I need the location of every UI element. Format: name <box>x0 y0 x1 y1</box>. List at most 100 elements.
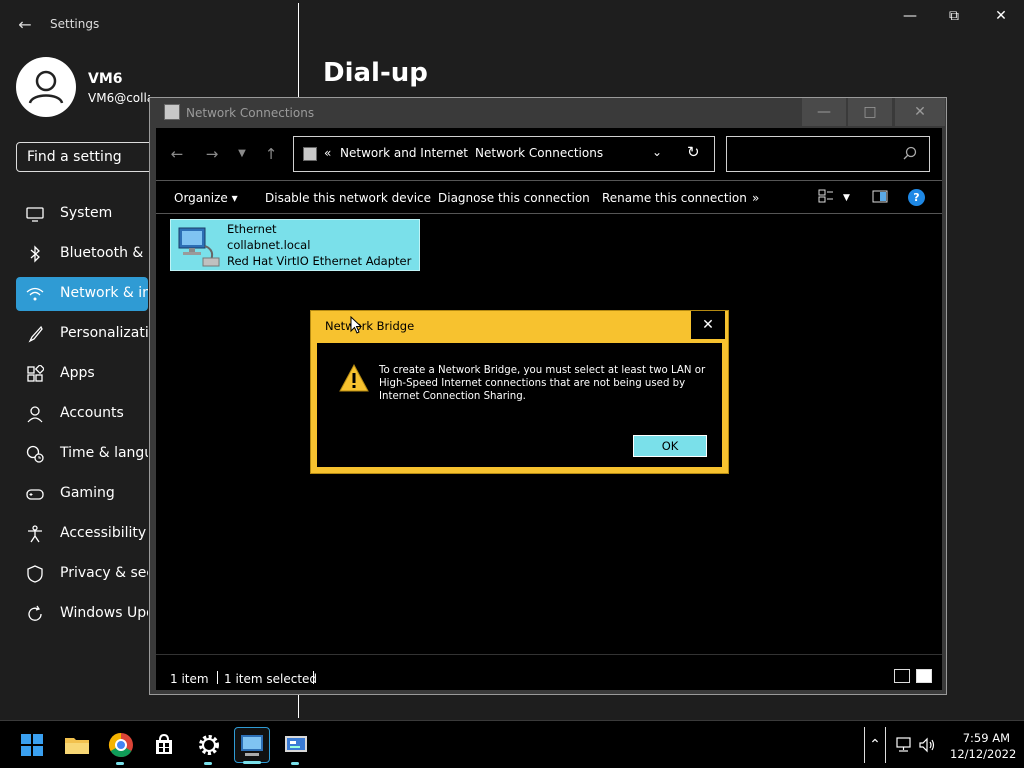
refresh-icon[interactable]: ↻ <box>687 143 700 161</box>
divider <box>298 3 299 98</box>
sidebar-item-label: Accessibility <box>60 525 147 541</box>
sidebar-item-system[interactable]: System <box>16 197 148 231</box>
search-input[interactable] <box>726 136 930 172</box>
restore-button[interactable]: ⧉ <box>940 4 968 28</box>
network-status-icon[interactable] <box>895 737 913 753</box>
minimize-button[interactable]: — <box>802 98 846 126</box>
network-connections-icon <box>241 735 263 756</box>
address-row: ← → ▼ ↑ « Network and Internet › Network… <box>156 128 942 180</box>
monitor-icon <box>26 207 44 222</box>
overflow-chevron-icon[interactable]: « <box>324 146 331 160</box>
chevron-right-icon[interactable]: › <box>459 145 464 159</box>
minimize-button[interactable]: — <box>896 4 924 28</box>
avatar[interactable] <box>16 57 76 117</box>
up-arrow-icon[interactable]: ↑ <box>261 144 281 164</box>
taskbar-control-panel[interactable] <box>278 727 314 765</box>
back-arrow-icon[interactable]: ← <box>14 14 36 36</box>
running-indicator <box>116 762 124 765</box>
running-indicator <box>204 762 212 765</box>
show-hidden-icons-icon[interactable]: ⌃ <box>864 727 886 763</box>
preview-pane-icon[interactable] <box>872 190 888 206</box>
dialog-title: Network Bridge <box>325 319 415 333</box>
update-icon <box>28 605 42 621</box>
running-indicator <box>291 762 299 765</box>
sidebar-item-label: Windows Update <box>60 605 148 621</box>
help-icon[interactable]: ? <box>908 189 925 206</box>
breadcrumb-network-connections[interactable]: Network Connections <box>475 146 603 160</box>
close-button[interactable]: ✕ <box>987 4 1015 28</box>
person-icon <box>28 70 64 104</box>
back-arrow-icon[interactable]: ← <box>167 144 187 164</box>
wifi-icon <box>26 287 44 301</box>
sidebar-item-personalization[interactable]: Personalization <box>16 317 148 351</box>
accessibility-icon <box>28 525 42 543</box>
rename-button[interactable]: Rename this connection <box>602 191 747 205</box>
sidebar-item-label: Privacy & security <box>60 565 148 581</box>
status-bar: 1 item 1 item selected <box>156 654 942 690</box>
sidebar-item-label: Bluetooth & devices <box>60 245 148 261</box>
person-icon <box>27 406 43 423</box>
shield-icon <box>27 565 43 583</box>
taskbar-chrome[interactable] <box>103 727 139 765</box>
close-button[interactable]: ✕ <box>691 311 725 339</box>
divider <box>313 671 314 684</box>
sidebar-item-accessibility[interactable]: Accessibility <box>16 517 148 551</box>
command-bar: Organize ▾ Disable this network device D… <box>156 180 942 214</box>
network-bridge-dialog: Network Bridge ✕ To create a Network Bri… <box>310 310 729 474</box>
find-setting-input[interactable]: Find a setting <box>16 142 156 172</box>
settings-title: Settings <box>50 17 100 31</box>
window-title: Network Connections <box>186 106 315 120</box>
disable-device-button[interactable]: Disable this network device <box>265 191 431 205</box>
chevron-down-icon[interactable]: ⌄ <box>652 145 662 159</box>
address-bar[interactable]: « Network and Internet › Network Connect… <box>293 136 715 172</box>
sidebar-item-bluetooth[interactable]: Bluetooth & devices <box>16 237 148 271</box>
start-icon <box>21 734 43 756</box>
taskbar: ⌃ 7:59 AM 12/12/2022 <box>0 720 1024 768</box>
sidebar-item-privacy[interactable]: Privacy & security <box>16 557 148 591</box>
connection-name: Ethernet <box>227 222 277 236</box>
sidebar-item-network[interactable]: Network & internet <box>16 277 148 311</box>
volume-icon[interactable] <box>918 737 936 753</box>
chevron-down-icon[interactable]: ▼ <box>843 193 850 203</box>
breadcrumb-network-internet[interactable]: Network and Internet <box>340 146 468 160</box>
list-item-ethernet[interactable]: Ethernet collabnet.local Red Hat VirtIO … <box>170 219 420 271</box>
file-explorer-icon <box>65 738 89 754</box>
taskbar-settings[interactable] <box>191 727 227 765</box>
apps-icon <box>27 365 44 382</box>
ok-button[interactable]: OK <box>633 435 707 457</box>
sidebar-item-apps[interactable]: Apps <box>16 357 148 391</box>
page-title: Dial-up <box>323 58 428 88</box>
sidebar-item-label: Time & language <box>60 445 148 461</box>
diagnose-button[interactable]: Diagnose this connection <box>438 191 590 205</box>
large-icons-view-icon[interactable] <box>916 669 932 683</box>
control-panel-icon <box>285 736 307 752</box>
connection-network: collabnet.local <box>227 238 311 252</box>
dialog-message: To create a Network Bridge, you must sel… <box>379 365 706 402</box>
sidebar-item-label: System <box>60 205 113 221</box>
sidebar-item-time-language[interactable]: Time & language <box>16 437 148 471</box>
start-button[interactable] <box>14 727 50 763</box>
sidebar-item-windows-update[interactable]: Windows Update <box>16 597 148 631</box>
taskbar-file-explorer[interactable] <box>59 727 95 763</box>
taskbar-network-connections[interactable] <box>234 727 270 764</box>
running-indicator <box>243 761 261 764</box>
organize-label: Organize <box>174 191 228 205</box>
sidebar-item-label: Apps <box>60 365 95 381</box>
close-button[interactable]: ✕ <box>895 98 945 126</box>
organize-button[interactable]: Organize ▾ <box>174 191 238 205</box>
taskbar-store[interactable] <box>146 727 182 763</box>
network-adapter-icon <box>178 227 220 267</box>
view-options-icon[interactable] <box>818 189 834 206</box>
maximize-button[interactable]: □ <box>848 98 892 126</box>
more-commands-icon[interactable]: » <box>752 191 759 205</box>
chrome-icon <box>108 733 133 758</box>
clock-time[interactable]: 7:59 AM <box>950 731 1010 745</box>
clock-date[interactable]: 12/12/2022 <box>950 747 1016 761</box>
sidebar-item-accounts[interactable]: Accounts <box>16 397 148 431</box>
recent-locations-icon[interactable]: ▼ <box>232 144 252 164</box>
settings-gear-icon <box>199 735 219 755</box>
details-view-icon[interactable] <box>894 669 910 683</box>
title-bar[interactable]: Network Connections — □ ✕ <box>150 98 946 128</box>
sidebar-item-gaming[interactable]: Gaming <box>16 477 148 511</box>
forward-arrow-icon[interactable]: → <box>202 144 222 164</box>
